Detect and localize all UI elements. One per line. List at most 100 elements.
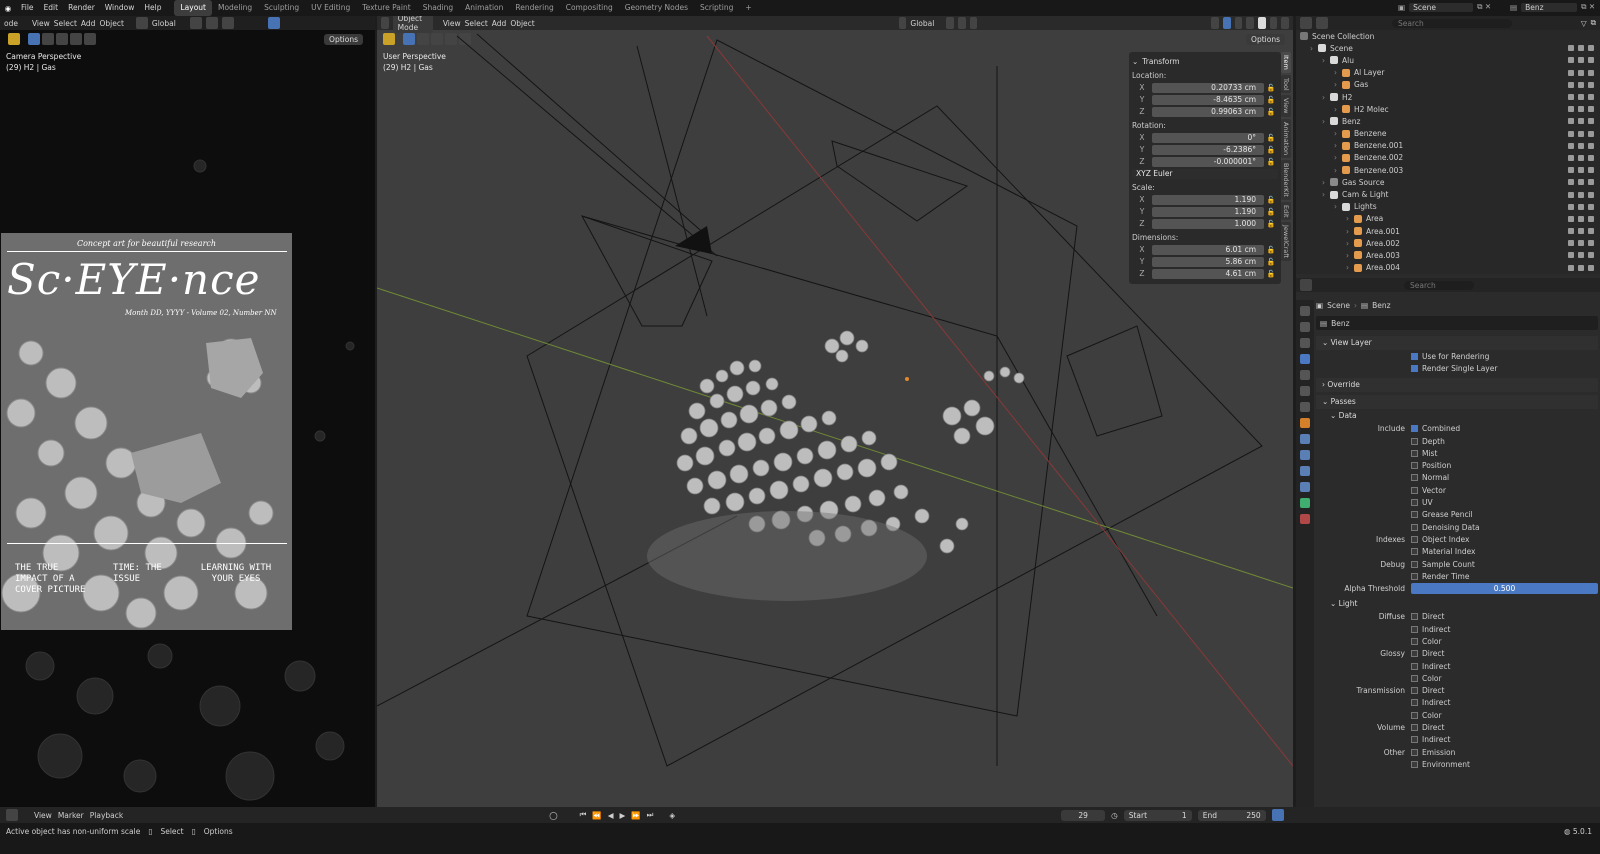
expand-icon[interactable]: ›: [1334, 166, 1342, 175]
pass-row[interactable]: Depth: [1316, 435, 1598, 447]
pass-row[interactable]: Indirect: [1316, 734, 1598, 746]
lock-icon[interactable]: 🔓: [1264, 220, 1278, 228]
dimensions-field-x[interactable]: X 6.01 cm 🔓: [1132, 244, 1278, 255]
value-field[interactable]: 1.190: [1152, 206, 1264, 217]
pass-row[interactable]: Other Emission: [1316, 746, 1598, 758]
view-layer-selector[interactable]: ▤ Benz ⧉ ✕: [1510, 2, 1595, 12]
pass-row[interactable]: Volume Direct: [1316, 721, 1598, 733]
lock-icon[interactable]: 🔓: [1264, 196, 1278, 204]
tab-uv-editing[interactable]: UV Editing: [305, 0, 356, 16]
pass-row[interactable]: Vector: [1316, 484, 1598, 496]
expand-icon[interactable]: ›: [1322, 178, 1330, 187]
outliner-row[interactable]: › Benzene.001: [1300, 140, 1600, 152]
lock-icon[interactable]: 🔓: [1264, 258, 1278, 266]
tab-sculpting[interactable]: Sculpting: [258, 0, 305, 16]
checkbox-icon[interactable]: [1568, 167, 1574, 174]
eye-icon[interactable]: [1578, 45, 1584, 52]
camera-icon[interactable]: [1588, 252, 1594, 259]
lock-icon[interactable]: 🔓: [1264, 108, 1278, 116]
checkbox-icon[interactable]: [1568, 203, 1574, 210]
eye-icon[interactable]: [1578, 264, 1584, 271]
checkbox-icon[interactable]: [1568, 179, 1574, 186]
expand-icon[interactable]: ›: [1334, 202, 1342, 211]
outliner-row[interactable]: › Al Layer: [1300, 67, 1600, 79]
outliner-editor-icon[interactable]: [1300, 17, 1312, 29]
expand-icon[interactable]: ›: [1334, 141, 1342, 150]
camera-icon[interactable]: [1588, 118, 1594, 125]
tab-tool[interactable]: Tool: [1281, 74, 1291, 94]
tab-jewelcraft[interactable]: JewelCraft: [1281, 222, 1291, 262]
outliner-row[interactable]: › Cam & Light: [1300, 188, 1600, 200]
alpha-threshold-slider[interactable]: 0.500: [1411, 583, 1598, 595]
pass-checkbox[interactable]: [1411, 449, 1418, 457]
menu-edit[interactable]: Edit: [39, 0, 64, 16]
pass-row[interactable]: Grease Pencil: [1316, 509, 1598, 521]
eye-icon[interactable]: [1578, 94, 1584, 101]
checkbox-icon[interactable]: [1568, 57, 1574, 64]
camera-icon[interactable]: [1588, 57, 1594, 64]
render-tab-icon[interactable]: [1300, 322, 1310, 332]
pass-checkbox[interactable]: [1411, 724, 1418, 732]
expand-icon[interactable]: ›: [1334, 153, 1342, 162]
new-scene-icon[interactable]: ⧉ ✕: [1477, 2, 1491, 12]
pass-row[interactable]: Diffuse Direct: [1316, 611, 1598, 623]
outliner-row[interactable]: › Benzene.002: [1300, 152, 1600, 164]
eye-icon[interactable]: [1578, 228, 1584, 235]
pass-row[interactable]: Denoising Data: [1316, 521, 1598, 533]
passes-panel[interactable]: ⌄ Passes: [1316, 394, 1598, 409]
pass-checkbox[interactable]: [1411, 736, 1418, 744]
camera-icon[interactable]: [1588, 142, 1594, 149]
eye-icon[interactable]: [1578, 179, 1584, 186]
transform-panel-header[interactable]: ⌄ Transform: [1132, 55, 1278, 67]
pass-row[interactable]: Glossy Direct: [1316, 648, 1598, 660]
checkbox-icon[interactable]: [1568, 240, 1574, 247]
pass-checkbox[interactable]: [1411, 650, 1418, 658]
menu-render[interactable]: Render: [63, 0, 100, 16]
tab-view[interactable]: View: [1281, 95, 1291, 117]
object-tab-icon[interactable]: [1300, 418, 1310, 428]
pass-checkbox[interactable]: [1411, 613, 1418, 621]
expand-icon[interactable]: ›: [1334, 129, 1342, 138]
camera-icon[interactable]: [1588, 45, 1594, 52]
scene-collection-row[interactable]: Scene Collection: [1300, 30, 1600, 42]
pass-checkbox[interactable]: [1411, 425, 1418, 433]
rotation-mode-dropdown[interactable]: XYZ Euler: [1132, 168, 1278, 179]
pass-row[interactable]: Indirect: [1316, 623, 1598, 635]
scale-field-x[interactable]: X 1.190 🔓: [1132, 194, 1278, 205]
pass-row[interactable]: UV: [1316, 496, 1598, 508]
rotation-field-z[interactable]: Z -0.000001° 🔓: [1132, 156, 1278, 167]
blender-logo-icon[interactable]: ◉: [0, 4, 16, 13]
checkbox-icon[interactable]: [1568, 264, 1574, 271]
expand-icon[interactable]: ›: [1346, 251, 1354, 260]
camera-icon[interactable]: [1588, 228, 1594, 235]
camera-icon[interactable]: [1588, 215, 1594, 222]
tab-scripting[interactable]: Scripting: [694, 0, 739, 16]
expand-icon[interactable]: ›: [1334, 68, 1342, 77]
lock-icon[interactable]: 🔓: [1264, 146, 1278, 154]
value-field[interactable]: 0.99063 cm: [1152, 106, 1264, 117]
pass-checkbox[interactable]: [1411, 437, 1418, 445]
eye-icon[interactable]: [1578, 106, 1584, 113]
override-panel[interactable]: › Override: [1316, 377, 1598, 392]
pass-row[interactable]: Normal: [1316, 472, 1598, 484]
new-view-layer-icon[interactable]: ⧉ ✕: [1581, 2, 1595, 12]
pass-checkbox[interactable]: [1411, 625, 1418, 633]
jump-start-icon[interactable]: ⏮: [580, 810, 587, 820]
scene-tab-icon[interactable]: [1300, 370, 1310, 380]
value-field[interactable]: 1.000: [1152, 218, 1264, 229]
value-field[interactable]: 0.20733 cm: [1152, 82, 1264, 93]
timeline-menu-playback[interactable]: Playback: [90, 811, 123, 820]
dimensions-field-z[interactable]: Z 4.61 cm 🔓: [1132, 268, 1278, 279]
outliner-row[interactable]: › Scene: [1300, 42, 1600, 54]
camera-icon[interactable]: [1588, 191, 1594, 198]
render-single-row[interactable]: Render Single Layer: [1316, 362, 1598, 374]
camera-icon[interactable]: [1588, 130, 1594, 137]
pass-row[interactable]: Indexes Object Index: [1316, 533, 1598, 545]
outliner-row[interactable]: › H2 Molec: [1300, 103, 1600, 115]
lock-icon[interactable]: 🔓: [1264, 96, 1278, 104]
pass-checkbox[interactable]: [1411, 523, 1418, 531]
checkbox-icon[interactable]: [1568, 118, 1574, 125]
display-mode-icon[interactable]: [1316, 17, 1328, 29]
data-tab-icon[interactable]: [1300, 498, 1310, 508]
physics-tab-icon[interactable]: [1300, 466, 1310, 476]
